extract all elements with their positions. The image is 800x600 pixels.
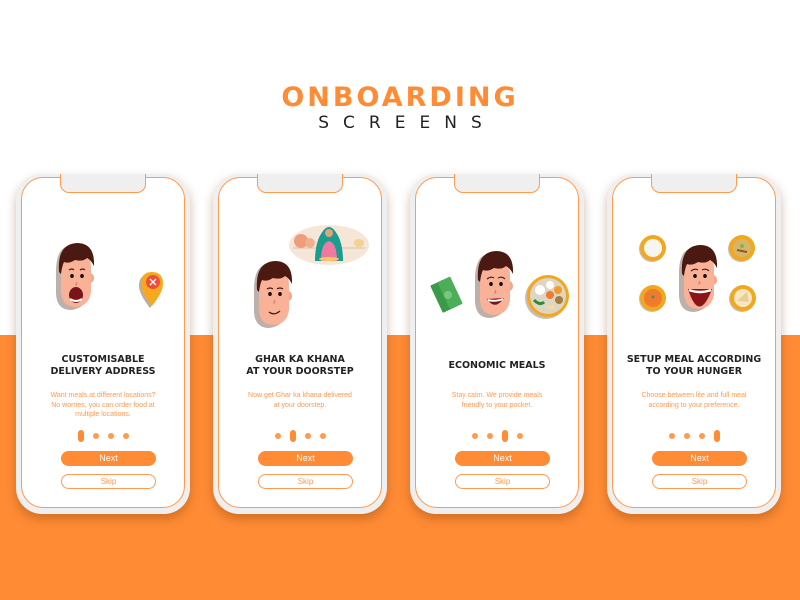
page-dot[interactable] (92, 433, 99, 439)
illustration (416, 218, 578, 338)
screen-heading: CUSTOMISABLE DELIVERY ADDRESS (50, 354, 156, 377)
skip-button[interactable]: Skip (455, 474, 550, 489)
skip-button[interactable]: Skip (652, 474, 747, 489)
page-dot-active[interactable] (501, 430, 508, 442)
shocked-face-icon (55, 243, 95, 310)
screen-2: GHAR KA KHANA AT YOUR DOORSTEP Now get G… (218, 174, 382, 508)
screen-1: CUSTOMISABLE DELIVERY ADDRESS Want meals… (21, 174, 185, 508)
money-notes-icon (430, 276, 463, 313)
happy-face-icon (474, 251, 514, 318)
screen-3: ECONOMIC MEALS Stay calm. We provide mea… (415, 174, 579, 508)
illustration (22, 218, 184, 338)
page-dot[interactable] (107, 433, 114, 439)
phone-screen-4: SETUP MEAL ACCORDING TO YOUR HUNGER Choo… (607, 174, 781, 514)
snack-plate-icon (729, 285, 756, 312)
notch (60, 174, 146, 193)
curry-bowl-icon (728, 235, 755, 262)
phone-screen-1: CUSTOMISABLE DELIVERY ADDRESS Want meals… (16, 174, 190, 514)
screen-heading: GHAR KA KHANA AT YOUR DOORSTEP (246, 354, 354, 377)
screen-heading: SETUP MEAL ACCORDING TO YOUR HUNGER (626, 354, 762, 377)
page-indicator (416, 429, 578, 443)
location-pin-cross-icon (139, 272, 163, 308)
next-button[interactable]: Next (258, 451, 353, 466)
page-dot[interactable] (486, 433, 493, 439)
next-button[interactable]: Next (652, 451, 747, 466)
illustration (613, 218, 775, 338)
page-indicator (22, 429, 184, 443)
page-subtitle: SCREENS (318, 113, 496, 133)
skip-button[interactable]: Skip (258, 474, 353, 489)
page-dot[interactable] (683, 433, 690, 439)
next-button[interactable]: Next (455, 451, 550, 466)
page-dot[interactable] (516, 433, 523, 439)
page-indicator (613, 429, 775, 443)
notch (651, 174, 737, 193)
laughing-face-icon (678, 245, 718, 312)
page-dot-active[interactable] (77, 430, 84, 442)
phone-screen-2: GHAR KA KHANA AT YOUR DOORSTEP Now get G… (213, 174, 387, 514)
page-dot[interactable] (471, 433, 478, 439)
phone-screen-3: ECONOMIC MEALS Stay calm. We provide mea… (410, 174, 584, 514)
smiling-face-icon (253, 261, 293, 328)
screen-heading: ECONOMIC MEALS (448, 360, 546, 371)
screen-4: SETUP MEAL ACCORDING TO YOUR HUNGER Choo… (612, 174, 776, 508)
thought-bubble-cooking-woman-icon (289, 225, 369, 265)
thali-plate-icon (525, 275, 569, 319)
page-dot[interactable] (304, 433, 311, 439)
page-dot[interactable] (698, 433, 705, 439)
page-dot[interactable] (319, 433, 326, 439)
page-dot[interactable] (668, 433, 675, 439)
orange-dish-icon (639, 285, 666, 312)
screen-description: Now get Ghar ka khana delivered at your … (248, 392, 352, 409)
page-dot[interactable] (274, 433, 281, 439)
next-button[interactable]: Next (61, 451, 156, 466)
notch (257, 174, 343, 193)
screen-description: Stay calm. We provide meals friendly to … (451, 392, 543, 409)
notch (454, 174, 540, 193)
rice-bowl-icon (639, 235, 666, 262)
page-dot-active[interactable] (713, 430, 720, 442)
page-dot[interactable] (122, 433, 129, 439)
page-dot-active[interactable] (289, 430, 296, 442)
illustration (219, 218, 381, 338)
screen-description: Choose between lite and full meal accord… (641, 392, 747, 409)
screen-description: Want meals at different locations? No wo… (50, 392, 156, 418)
skip-button[interactable]: Skip (61, 474, 156, 489)
page-indicator (219, 429, 381, 443)
page-title: ONBOARDING (281, 82, 519, 113)
